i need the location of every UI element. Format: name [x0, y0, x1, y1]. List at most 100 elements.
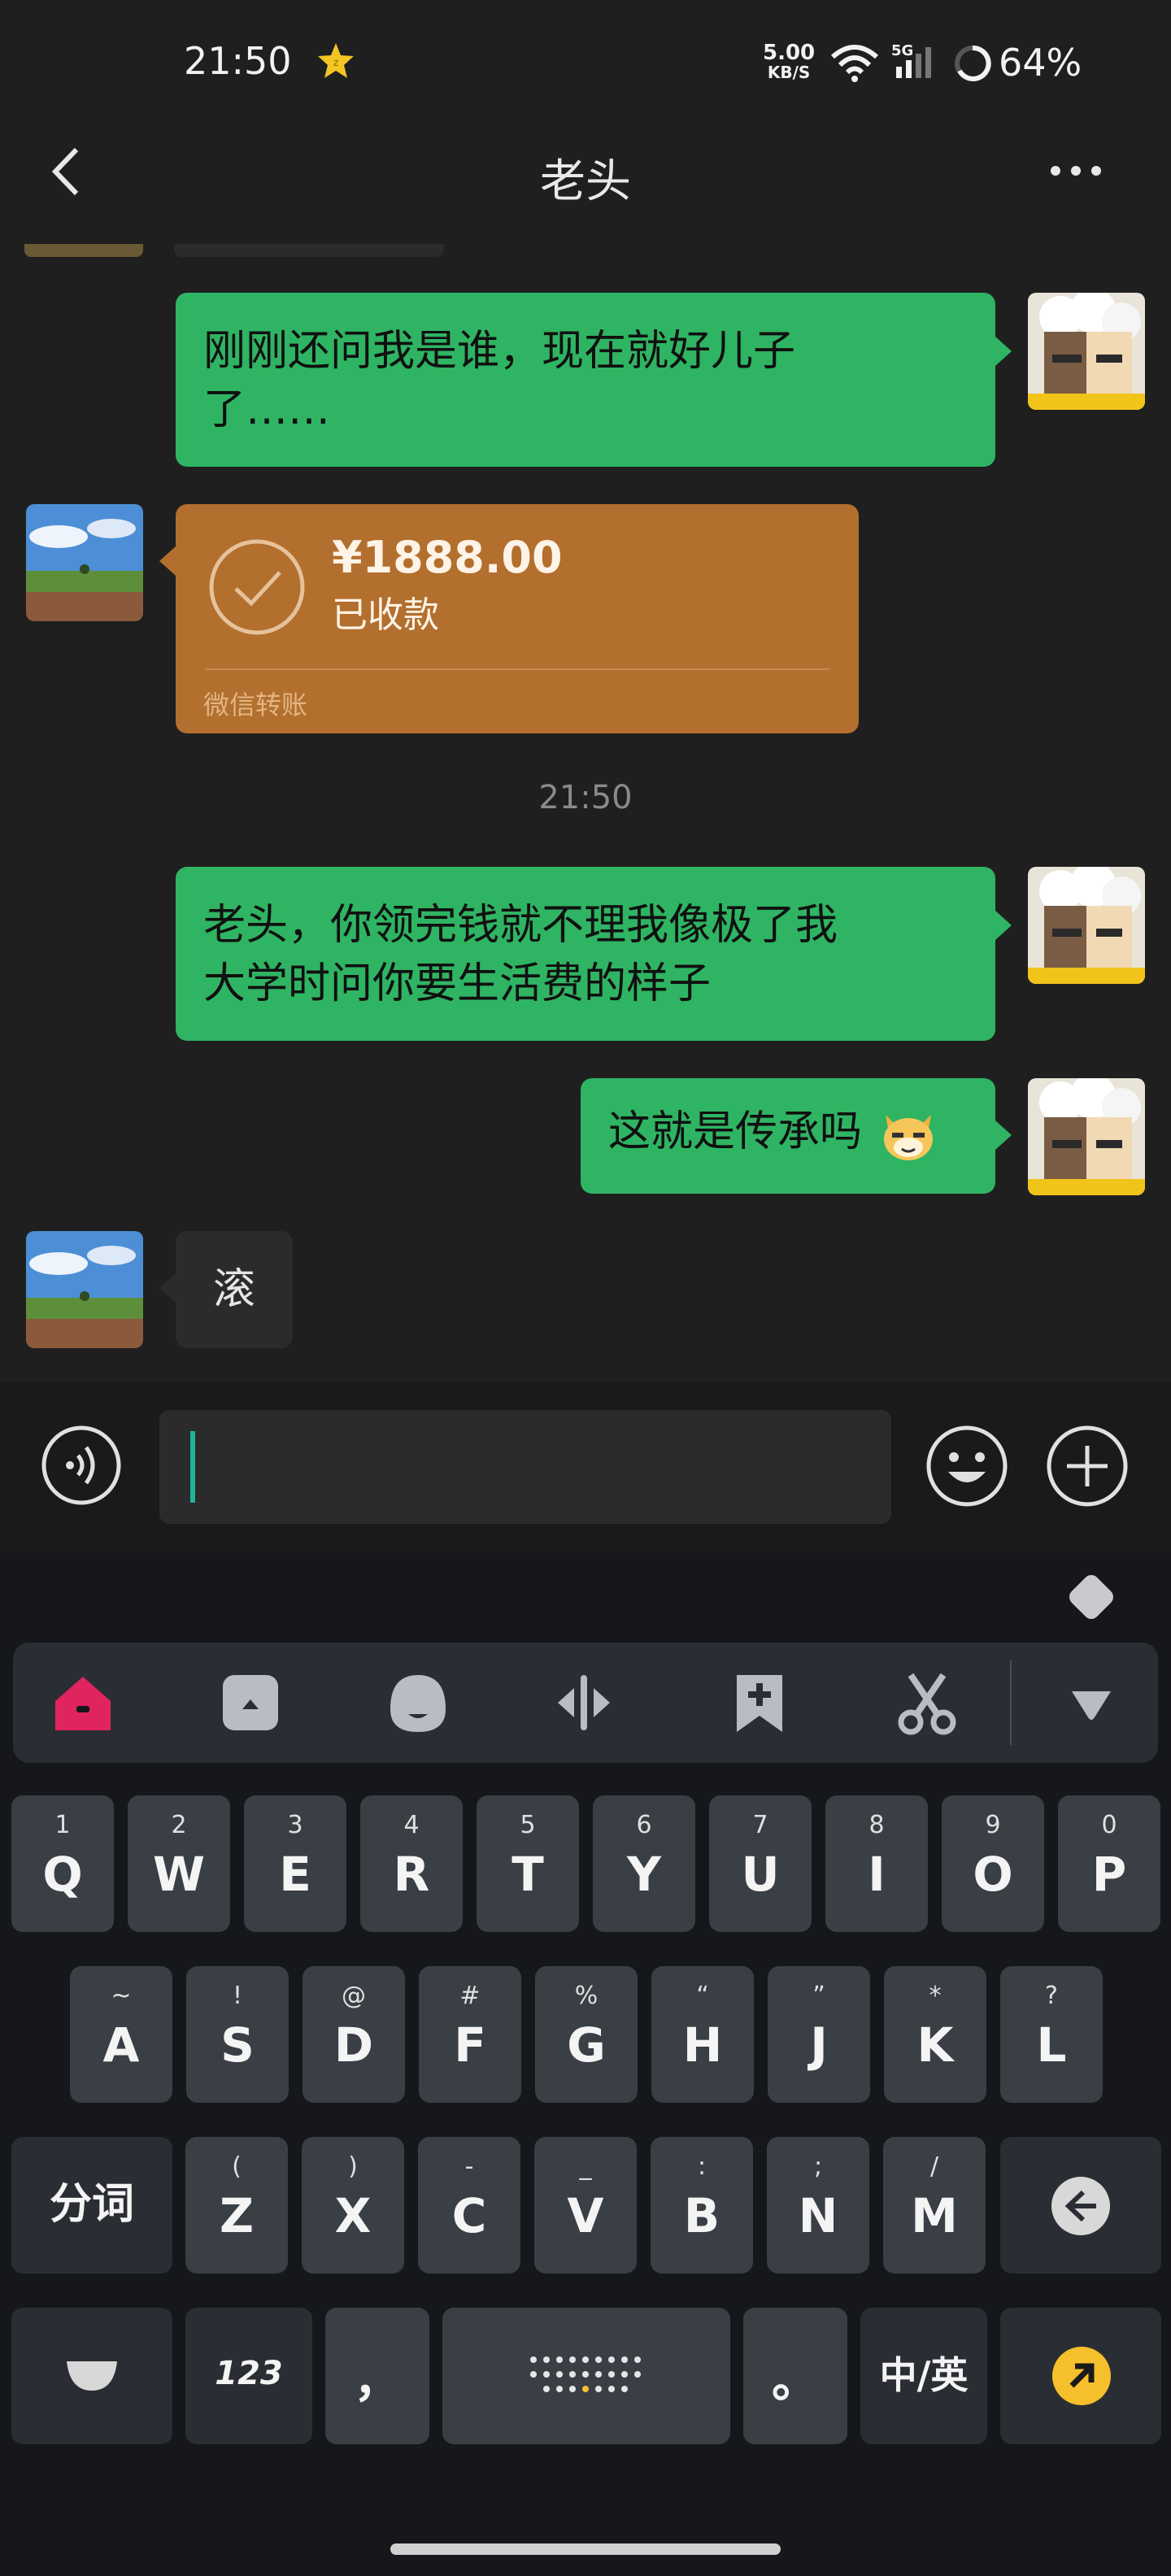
message-bubble-outgoing[interactable]: 这就是传承吗 — [581, 1078, 995, 1194]
segment-key[interactable]: 分词 — [11, 2137, 172, 2274]
sticker-icon[interactable] — [384, 1669, 452, 1737]
key-label: W — [153, 1847, 205, 1902]
key-r[interactable]: 4R — [360, 1795, 463, 1932]
message-bubble-incoming[interactable]: 滚 — [176, 1231, 293, 1348]
key-n[interactable]: ; N — [767, 2137, 869, 2274]
chevron-left-icon[interactable] — [46, 143, 86, 200]
home-indicator[interactable] — [390, 2543, 781, 2555]
segment-key-label: 分词 — [49, 2180, 134, 2229]
key-g[interactable]: % G — [535, 1966, 638, 2103]
comma-key[interactable]: ， — [325, 2308, 429, 2444]
avatar-me[interactable] — [1028, 867, 1145, 984]
key-p[interactable]: 0P — [1058, 1795, 1160, 1932]
bookmark-add-icon[interactable] — [725, 1669, 794, 1737]
key-m[interactable]: / M — [883, 2137, 986, 2274]
transfer-status: 已收款 — [332, 594, 439, 636]
home-icon[interactable] — [49, 1669, 117, 1737]
cursor-move-icon[interactable] — [550, 1669, 618, 1737]
key-h[interactable]: “H — [651, 1966, 754, 2103]
key-secondary-label: ) — [348, 2152, 358, 2181]
key-j[interactable]: ” J — [768, 1966, 870, 2103]
key-label: P — [1091, 1847, 1127, 1902]
cat-emoji-icon — [883, 1115, 933, 1160]
key-q[interactable]: 1Q — [11, 1795, 114, 1932]
key-z[interactable]: (Z — [185, 2137, 288, 2274]
space-key[interactable] — [442, 2308, 730, 2444]
key-secondary-label: ( — [232, 2152, 242, 2181]
battery-icon — [955, 45, 991, 81]
key-w[interactable]: 2W — [128, 1795, 230, 1932]
plus-icon[interactable] — [1046, 1425, 1129, 1508]
key-v[interactable]: _ V — [534, 2137, 637, 2274]
language-switch-label: 中/英 — [879, 2353, 969, 2397]
key-s[interactable]: ! S — [186, 1966, 289, 2103]
key-secondary-label: 5 — [520, 1811, 536, 1839]
key-secondary-label: 7 — [752, 1811, 768, 1839]
key-label: G — [567, 2017, 606, 2073]
period-key[interactable]: 。 — [743, 2308, 847, 2444]
battery-percentage: 64% — [999, 41, 1082, 85]
key-label: B — [683, 2188, 720, 2243]
key-label: X — [334, 2188, 372, 2243]
comma-key-label: ， — [353, 2352, 401, 2408]
number-key-label: 123 — [215, 2355, 283, 2392]
key-label: L — [1036, 2017, 1067, 2073]
collapse-keyboard-icon[interactable] — [1057, 1669, 1125, 1737]
avatar-me[interactable] — [1028, 293, 1145, 410]
key-secondary-label: 1 — [54, 1811, 71, 1839]
key-secondary-label: : — [697, 2152, 707, 2181]
key-secondary-label: ” — [812, 1982, 825, 2010]
key-secondary-label: 2 — [171, 1811, 187, 1839]
backspace-key[interactable] — [1000, 2137, 1161, 2274]
scissors-icon[interactable] — [893, 1669, 961, 1737]
key-l[interactable]: ? L — [1000, 1966, 1103, 2103]
key-label: M — [911, 2188, 958, 2243]
text-cursor — [190, 1431, 195, 1503]
key-secondary-label: _ — [579, 2152, 592, 2181]
key-secondary-label: / — [929, 2152, 939, 2181]
key-e[interactable]: 3E — [244, 1795, 346, 1932]
message-bubble-outgoing[interactable]: 刚刚还问我是谁，现在就好儿子 了…… — [176, 293, 995, 467]
emoji-icon[interactable] — [925, 1425, 1008, 1508]
language-switch-key[interactable]: 中/英 — [860, 2308, 987, 2444]
key-label: T — [511, 1847, 544, 1902]
message-input[interactable] — [159, 1410, 891, 1524]
key-f[interactable]: # F — [419, 1966, 521, 2103]
landscape-avatar-icon — [26, 1231, 143, 1348]
key-t[interactable]: 5T — [477, 1795, 579, 1932]
message-bubble-outgoing[interactable]: 老头，你领完钱就不理我像极了我 大学时问你要生活费的样子 — [176, 867, 995, 1041]
bubble-tail — [159, 546, 176, 576]
number-key[interactable]: 123 — [185, 2308, 312, 2444]
transfer-amount: ¥1888.00 — [332, 532, 563, 583]
key-b[interactable]: :B — [651, 2137, 753, 2274]
key-d[interactable]: @ D — [303, 1966, 405, 2103]
key-o[interactable]: 9O — [942, 1795, 1044, 1932]
key-x[interactable]: ) X — [302, 2137, 404, 2274]
key-i[interactable]: 8I — [825, 1795, 928, 1932]
key-label: O — [973, 1847, 1013, 1902]
net-speed-unit: KB/S — [767, 63, 811, 82]
voice-icon[interactable] — [41, 1425, 122, 1506]
keyboard-skin-icon[interactable] — [1059, 1564, 1124, 1630]
emoji-keyboard-key[interactable] — [11, 2308, 172, 2444]
key-secondary-label: * — [929, 1982, 942, 2010]
transfer-card[interactable]: ¥1888.00 已收款 微信转账 — [176, 504, 859, 733]
backspace-icon — [1051, 2177, 1110, 2235]
clipboard-icon[interactable] — [216, 1669, 285, 1737]
message-timestamp: 21:50 — [538, 779, 633, 816]
partial-avatar — [24, 244, 143, 257]
key-secondary-label: 9 — [985, 1811, 1001, 1839]
key-a[interactable]: ~ A — [70, 1966, 172, 2103]
avatar-me[interactable] — [1028, 1078, 1145, 1195]
key-secondary-label: @ — [342, 1982, 366, 2010]
more-dots-icon[interactable] — [1047, 163, 1104, 179]
key-c[interactable]: -C — [418, 2137, 520, 2274]
key-label: Y — [627, 1847, 661, 1902]
key-secondary-label: % — [574, 1982, 599, 2010]
avatar-other[interactable] — [26, 1231, 143, 1348]
key-k[interactable]: * K — [884, 1966, 986, 2103]
avatar-other[interactable] — [26, 504, 143, 621]
key-y[interactable]: 6Y — [593, 1795, 695, 1932]
key-u[interactable]: 7U — [709, 1795, 812, 1932]
enter-key[interactable] — [1000, 2308, 1161, 2444]
